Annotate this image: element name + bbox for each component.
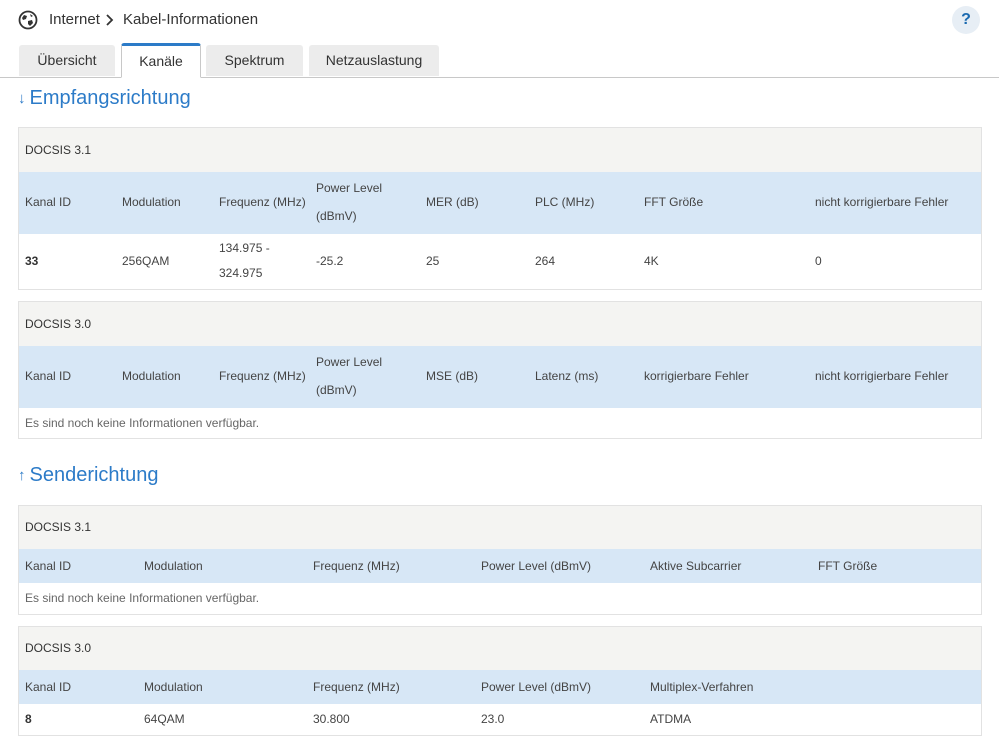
col-kanal-id: Kanal ID xyxy=(25,559,72,573)
upstream-docsis30-table: DOCSIS 3.0 Kanal ID Modulation Frequenz … xyxy=(18,626,982,736)
table-caption: DOCSIS 3.0 xyxy=(19,302,981,346)
tab-kanaele[interactable]: Kanäle xyxy=(121,43,201,78)
chevron-right-icon xyxy=(106,14,114,26)
col-latenz: Latenz (ms) xyxy=(535,369,599,383)
col-modulation: Modulation xyxy=(144,559,203,573)
col-fft: FFT Größe xyxy=(644,195,704,209)
col-uncorrectable: nicht korrigierbare Fehler xyxy=(815,369,949,383)
table-row: 8 64QAM 30.800 23.0 ATDMA xyxy=(19,704,981,734)
downstream-docsis31-table: DOCSIS 3.1 Kanal ID Modulation Frequenz … xyxy=(18,127,982,290)
table-caption: DOCSIS 3.1 xyxy=(19,506,981,549)
arrow-down-icon: ↓ xyxy=(18,90,26,107)
col-kanal-id: Kanal ID xyxy=(25,195,72,209)
col-power-level-unit: (dBmV) xyxy=(316,383,357,397)
tab-netzauslastung[interactable]: Netzauslastung xyxy=(309,45,439,76)
breadcrumb-current: Kabel-Informationen xyxy=(123,11,259,28)
table-header: Kanal ID Modulation Frequenz (MHz) Power… xyxy=(19,670,981,704)
cell-mer: 25 xyxy=(426,254,440,268)
table-header: Kanal ID Modulation Frequenz (MHz) Power… xyxy=(19,549,981,583)
cell-kanal-id: 8 xyxy=(25,712,32,726)
col-power-level: Power Level xyxy=(316,355,383,369)
downstream-docsis30-table: DOCSIS 3.0 Kanal ID Modulation Frequenz … xyxy=(18,301,982,439)
upstream-title: Senderichtung xyxy=(29,464,159,486)
cell-power-level: 23.0 xyxy=(481,712,505,726)
section-downstream-heading[interactable]: ↓ Empfangsrichtung xyxy=(18,87,191,110)
col-frequenz: Frequenz (MHz) xyxy=(219,369,306,383)
col-modulation: Modulation xyxy=(122,195,181,209)
col-mer: MER (dB) xyxy=(426,195,479,209)
col-multiplex: Multiplex-Verfahren xyxy=(650,680,754,694)
cell-frequenz-start: 134.975 - xyxy=(219,241,270,255)
col-power-level: Power Level xyxy=(316,181,383,195)
cell-plc: 264 xyxy=(535,254,556,268)
section-upstream-heading[interactable]: ↑ Senderichtung xyxy=(18,464,158,487)
col-frequenz: Frequenz (MHz) xyxy=(219,195,306,209)
table-header: Kanal ID Modulation Frequenz (MHz) Power… xyxy=(19,346,981,408)
col-modulation: Modulation xyxy=(122,369,181,383)
col-plc: PLC (MHz) xyxy=(535,195,595,209)
col-power-level: Power Level (dBmV) xyxy=(481,559,592,573)
cell-uncorrectable: 0 xyxy=(815,254,822,268)
cell-multiplex: ATDMA xyxy=(650,712,692,726)
empty-message: Es sind noch keine Informationen verfügb… xyxy=(25,416,260,430)
help-button[interactable]: ? xyxy=(952,6,980,34)
upstream-docsis31-table: DOCSIS 3.1 Kanal ID Modulation Frequenz … xyxy=(18,505,982,615)
col-mse: MSE (dB) xyxy=(426,369,479,383)
cell-frequenz-end: 324.975 xyxy=(219,266,263,280)
cell-kanal-id: 33 xyxy=(25,254,39,268)
tab-uebersicht[interactable]: Übersicht xyxy=(19,45,115,76)
col-power-level-unit: (dBmV) xyxy=(316,209,357,223)
col-uncorrectable: nicht korrigierbare Fehler xyxy=(815,195,949,209)
table-row: 33 256QAM 134.975 - 324.975 -25.2 25 264… xyxy=(19,234,981,288)
globe-icon xyxy=(18,10,38,30)
tab-spektrum[interactable]: Spektrum xyxy=(206,45,303,76)
top-bar: Internet Kabel-Informationen ? xyxy=(0,0,999,42)
downstream-title: Empfangsrichtung xyxy=(29,87,191,109)
breadcrumb-internet[interactable]: Internet xyxy=(49,11,100,28)
cell-modulation: 64QAM xyxy=(144,712,185,726)
col-fft: FFT Größe xyxy=(818,559,878,573)
col-modulation: Modulation xyxy=(144,680,203,694)
cell-power-level: -25.2 xyxy=(316,254,344,268)
table-header: Kanal ID Modulation Frequenz (MHz) Power… xyxy=(19,172,981,234)
col-kanal-id: Kanal ID xyxy=(25,680,72,694)
col-frequenz: Frequenz (MHz) xyxy=(313,559,400,573)
col-kanal-id: Kanal ID xyxy=(25,369,72,383)
cell-frequenz: 30.800 xyxy=(313,712,350,726)
tab-bar: Übersicht Kanäle Spektrum Netzauslastung xyxy=(0,43,999,78)
cell-fft: 4K xyxy=(644,254,659,268)
table-caption: DOCSIS 3.0 xyxy=(19,627,981,670)
col-correctable: korrigierbare Fehler xyxy=(644,369,749,383)
col-power-level: Power Level (dBmV) xyxy=(481,680,592,694)
empty-message: Es sind noch keine Informationen verfügb… xyxy=(25,591,260,605)
col-frequenz: Frequenz (MHz) xyxy=(313,680,400,694)
arrow-up-icon: ↑ xyxy=(18,467,26,484)
table-caption: DOCSIS 3.1 xyxy=(19,128,981,172)
col-active-subcarrier: Aktive Subcarrier xyxy=(650,559,742,573)
cell-modulation: 256QAM xyxy=(122,254,170,268)
